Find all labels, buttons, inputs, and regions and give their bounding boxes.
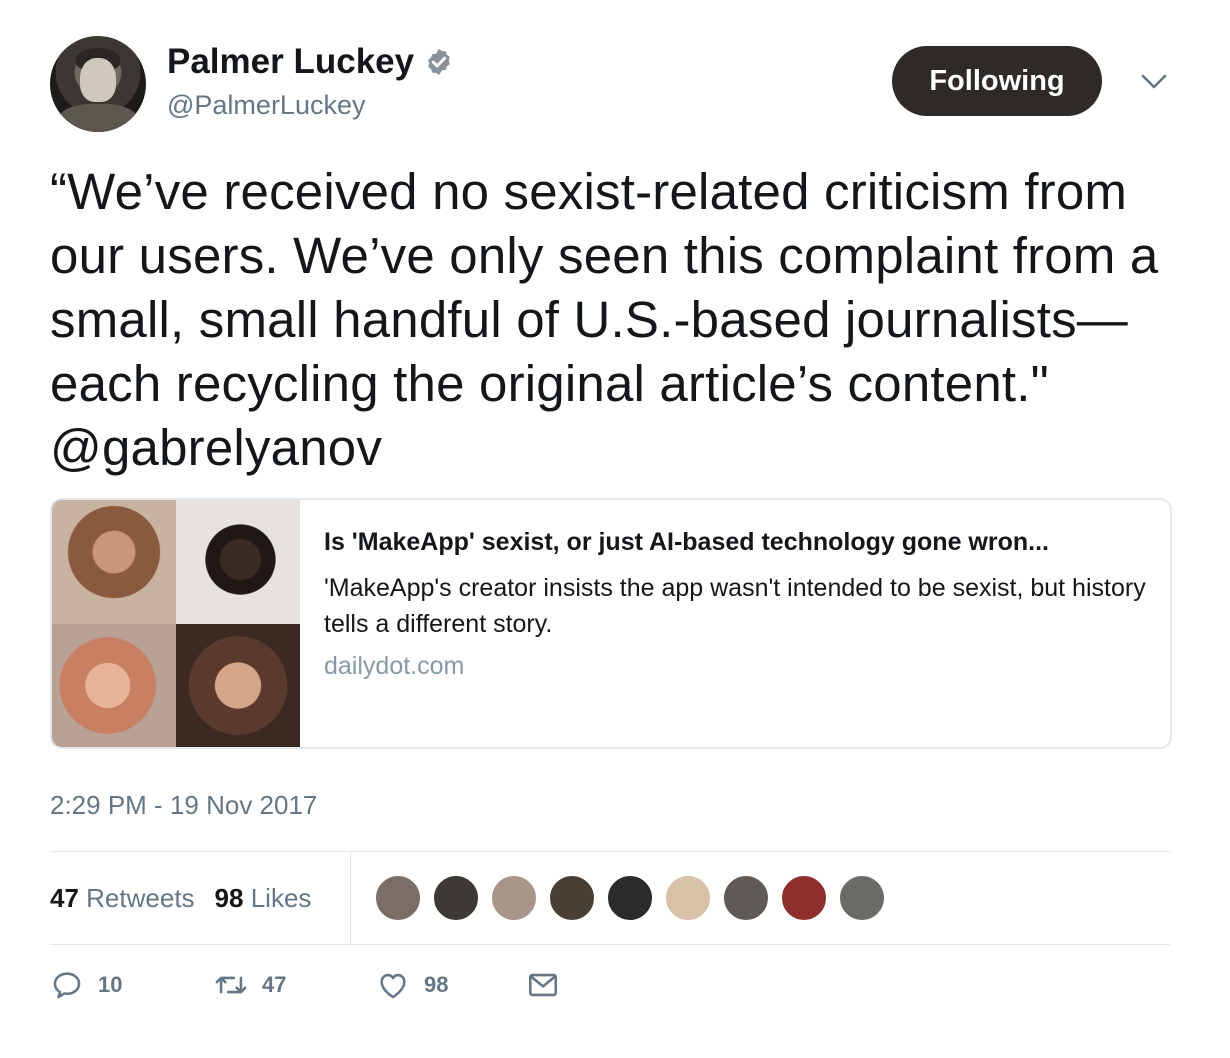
direct-message-action[interactable] (526, 968, 560, 1002)
card-title[interactable]: Is 'MakeApp' sexist, or just AI-based te… (324, 528, 1154, 557)
avatar-shirt (58, 104, 138, 132)
tweet-timestamp[interactable]: 2:29 PM - 19 Nov 2017 (50, 790, 317, 821)
engagement-stats: 47 Retweets 98 Likes (50, 852, 350, 944)
liker-avatar[interactable] (780, 874, 828, 922)
divider-bottom (50, 944, 1170, 945)
retweet-count: 47 (262, 972, 287, 997)
retweet-icon (215, 976, 247, 994)
reply-count: 10 (98, 972, 123, 997)
link-preview-card[interactable]: Is 'MakeApp' sexist, or just AI-based te… (50, 498, 1172, 749)
liker-avatar[interactable] (838, 874, 886, 922)
thumbnail-face-4 (176, 623, 300, 747)
heart-icon (380, 973, 406, 999)
like-count: 98 (424, 972, 449, 997)
card-thumbnail[interactable] (52, 500, 300, 747)
reply-icon (53, 972, 81, 999)
reply-action[interactable]: 10 (50, 968, 214, 1002)
liker-avatars (374, 874, 886, 922)
likes-stat[interactable]: 98 Likes (215, 883, 312, 914)
retweet-action[interactable]: 47 (214, 968, 376, 1002)
liker-avatar[interactable] (722, 874, 770, 922)
retweets-stat[interactable]: 47 Retweets (50, 883, 195, 914)
author-name[interactable]: Palmer Luckey (167, 42, 414, 82)
envelope-icon (528, 973, 558, 997)
avatar-face (80, 58, 116, 102)
stats-divider (350, 852, 351, 944)
verified-badge-icon (428, 48, 450, 76)
liker-avatar[interactable] (606, 874, 654, 922)
author-handle[interactable]: @PalmerLuckey (167, 90, 365, 121)
liker-avatar[interactable] (548, 874, 596, 922)
card-domain: dailydot.com (324, 652, 465, 680)
thumbnail-face-3 (52, 623, 176, 747)
author-avatar[interactable] (50, 36, 146, 132)
following-button[interactable]: Following (892, 46, 1102, 116)
chevron-down-icon[interactable] (1138, 70, 1170, 94)
author-name-row[interactable]: Palmer Luckey (167, 42, 454, 82)
liker-avatar[interactable] (432, 874, 480, 922)
thumbnail-face-1 (52, 500, 176, 624)
thumbnail-face-2 (176, 500, 300, 624)
tweet-text: “We’ve received no sexist-related critic… (50, 163, 1159, 476)
liker-avatar[interactable] (490, 874, 538, 922)
liker-avatar[interactable] (664, 874, 712, 922)
tweet-actions: 10 47 98 (50, 968, 560, 1002)
card-description: 'MakeApp's creator insists the app wasn'… (324, 574, 1146, 638)
like-action[interactable]: 98 (376, 968, 526, 1002)
liker-avatar[interactable] (374, 874, 422, 922)
